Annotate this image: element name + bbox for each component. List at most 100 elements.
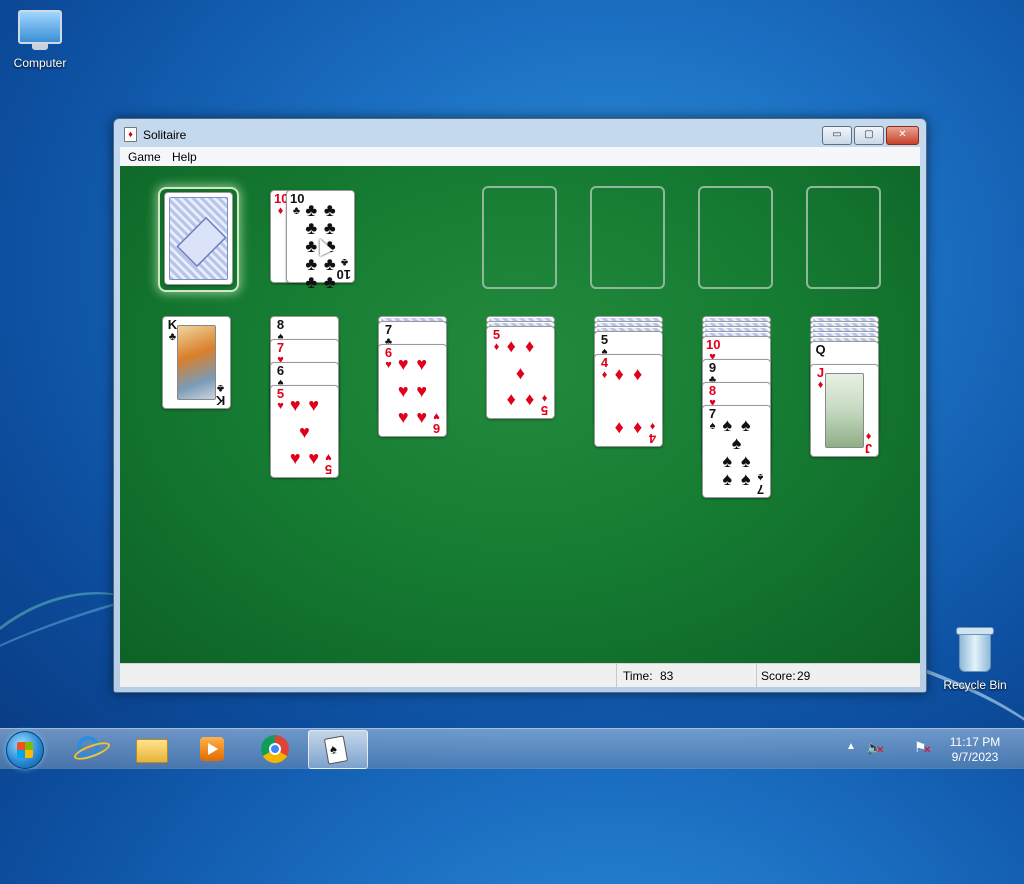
suit-pip: ♠ [740, 415, 751, 435]
card-rank: 10 [336, 267, 351, 282]
taskbar: ▲ ✕ ✕ 11:17 PM 9/7/2023 [0, 728, 1024, 769]
suit-pip: ♥ [308, 448, 320, 468]
suit-pip: ♥ [416, 407, 428, 427]
card-rank: J [816, 365, 825, 380]
card-rank: 7 [756, 482, 765, 497]
card-rank: K [167, 317, 178, 332]
suit-pip: ♣ [323, 200, 336, 220]
court-card-art [177, 325, 216, 400]
show-hidden-icons-arrow[interactable]: ▲ [846, 741, 856, 752]
suit-pip: ♥ [397, 380, 409, 401]
foundation-slot[interactable] [806, 186, 881, 289]
card-corner-bottom: J ♦ [862, 430, 875, 456]
minimize-button[interactable]: ▭ [822, 126, 852, 145]
score-value: 29 [797, 669, 811, 683]
card-rank: 6 [384, 345, 393, 360]
suit-pip: ♣ [323, 218, 336, 238]
card-corner-bottom: 7 ♠ [754, 471, 767, 497]
taskbar-file-explorer[interactable] [122, 730, 180, 767]
internet-explorer-icon [77, 736, 99, 758]
suit-pip: ♣ [305, 200, 318, 220]
tableau-top-card[interactable]: 4 ♦ ♦ ♦ ♦ ♦ 4 ♦ [594, 354, 663, 447]
stock-pile[interactable] [164, 192, 233, 285]
suit-pip: ♦ [633, 417, 643, 437]
close-button[interactable]: ✕ [886, 126, 919, 145]
tableau-top-card[interactable]: J ♦ J ♦ [810, 364, 879, 457]
score-panel: Score: 29 [756, 664, 921, 687]
tableau-top-card[interactable]: 5 ♥ ♥ ♥ ♥ ♥ ♥ 5 ♥ [270, 385, 339, 478]
card-corner: Q [814, 343, 827, 356]
system-clock[interactable]: 11:17 PM 9/7/2023 [940, 735, 1010, 765]
suit-pip: ♥ [416, 354, 428, 374]
card-corner-bottom: 5 ♦ [538, 392, 551, 418]
card-rank: 5 [324, 462, 333, 477]
suit-pip: ♦ [633, 364, 643, 384]
tableau-top-card[interactable]: 6 ♥ ♥ ♥ ♥ ♥ ♥ ♥ 6 ♥ [378, 344, 447, 437]
card-rank: 9 [708, 360, 717, 375]
card-rank: J [864, 441, 873, 456]
action-center-flag-icon[interactable]: ✕ [914, 739, 932, 757]
card-rank: 5 [492, 327, 501, 342]
media-player-icon [200, 737, 224, 761]
tableau-top-card[interactable]: 5 ♦ ♦ ♦ ♦ ♦ ♦ 5 ♦ [486, 326, 555, 419]
tableau-top-card[interactable]: 7 ♠ ♠ ♠ ♠ ♠ ♠ ♠ ♠ 7 ♠ [702, 405, 771, 498]
suit-pip: ♠ [722, 469, 733, 489]
taskbar-internet-explorer[interactable] [60, 730, 118, 767]
chrome-icon [261, 735, 289, 763]
recycle-bin-icon [956, 627, 994, 672]
suit-pip: ♦ [515, 362, 526, 383]
clock-date: 9/7/2023 [951, 750, 999, 764]
clock-time: 11:17 PM [949, 735, 1001, 749]
card-rank: 5 [540, 403, 549, 418]
tableau-top-card[interactable]: K ♣ K ♣ [162, 316, 231, 409]
windows-logo-icon [17, 742, 33, 758]
card-pips: ♥ ♥ ♥ ♥ ♥ [286, 396, 323, 467]
menu-game[interactable]: Game [128, 150, 161, 164]
score-label: Score: [761, 669, 796, 683]
window-title: Solitaire [143, 128, 187, 142]
card-pips: ♥ ♥ ♥ ♥ ♥ ♥ [394, 355, 431, 426]
suit-pip: ♦ [525, 336, 535, 356]
time-panel: Time: 83 [616, 664, 757, 687]
suit-pip: ♠ [740, 451, 751, 471]
card-back-pattern [169, 197, 228, 280]
suit-pip: ♠ [722, 415, 733, 435]
suit-pip: ♥ [289, 395, 301, 415]
waste-top-card[interactable]: 10 ♣ ♣ ♣ ♣ ♣ ♣ ♣ ♣ ♣ ♣ ♣ 10 ♣ [286, 190, 355, 291]
suit-pip: ♥ [397, 354, 409, 374]
title-bar[interactable]: ♦ Solitaire ▭ ▢ ✕ [114, 119, 926, 147]
taskbar-solitaire[interactable] [308, 730, 368, 769]
suit-pip: ♠ [740, 469, 751, 489]
desktop-icon-recycle-bin[interactable]: Recycle Bin [935, 627, 1015, 692]
maximize-button[interactable]: ▢ [854, 126, 884, 145]
card-rank: 8 [276, 317, 285, 332]
suit-pip: ♦ [506, 336, 516, 356]
card-corner-bottom: 4 ♦ [646, 420, 659, 446]
solitaire-icon [323, 735, 349, 765]
foundation-slot[interactable] [698, 186, 773, 289]
desktop-icon-computer[interactable]: Computer [0, 10, 80, 70]
game-board[interactable]: 10 ♦ 10 ♣ ♣ ♣ ♣ ♣ ♣ ♣ ♣ ♣ ♣ ♣ 10 ♣ K ♣ K ♣ 8 ♠ 7 ♥ 6 ♠ 5 ♥ ♥ ♥ ♥ ♥ ♥ 5 ♥ 7 ♣… [120, 166, 920, 663]
taskbar-media-player[interactable] [184, 730, 242, 767]
card-rank: 5 [600, 332, 609, 347]
taskbar-chrome[interactable] [246, 730, 304, 767]
card-rank: 6 [276, 363, 285, 378]
suit-pip: ♦ [525, 389, 535, 409]
card-rank: 4 [600, 355, 609, 370]
suit-pip: ♦ [506, 389, 516, 409]
solitaire-app-icon[interactable]: ♦ [124, 127, 137, 142]
suit-pip: ♣ [305, 254, 318, 274]
card-corner-bottom: K ♣ [214, 382, 227, 408]
suit-pip: ♦ [614, 417, 624, 437]
menu-help[interactable]: Help [172, 150, 197, 164]
card-corner-bottom: 5 ♥ [322, 451, 335, 477]
suit-pip: ♠ [722, 451, 733, 471]
volume-muted-icon[interactable]: ✕ [866, 739, 884, 757]
card-pips: ♠ ♠ ♠ ♠ ♠ ♠ ♠ [718, 415, 755, 489]
start-button[interactable] [6, 731, 44, 769]
card-rank: 7 [708, 406, 717, 421]
foundation-slot[interactable] [590, 186, 665, 289]
suit-pip: ♦ [614, 364, 624, 384]
card-rank: 8 [708, 383, 717, 398]
foundation-slot[interactable] [482, 186, 557, 289]
